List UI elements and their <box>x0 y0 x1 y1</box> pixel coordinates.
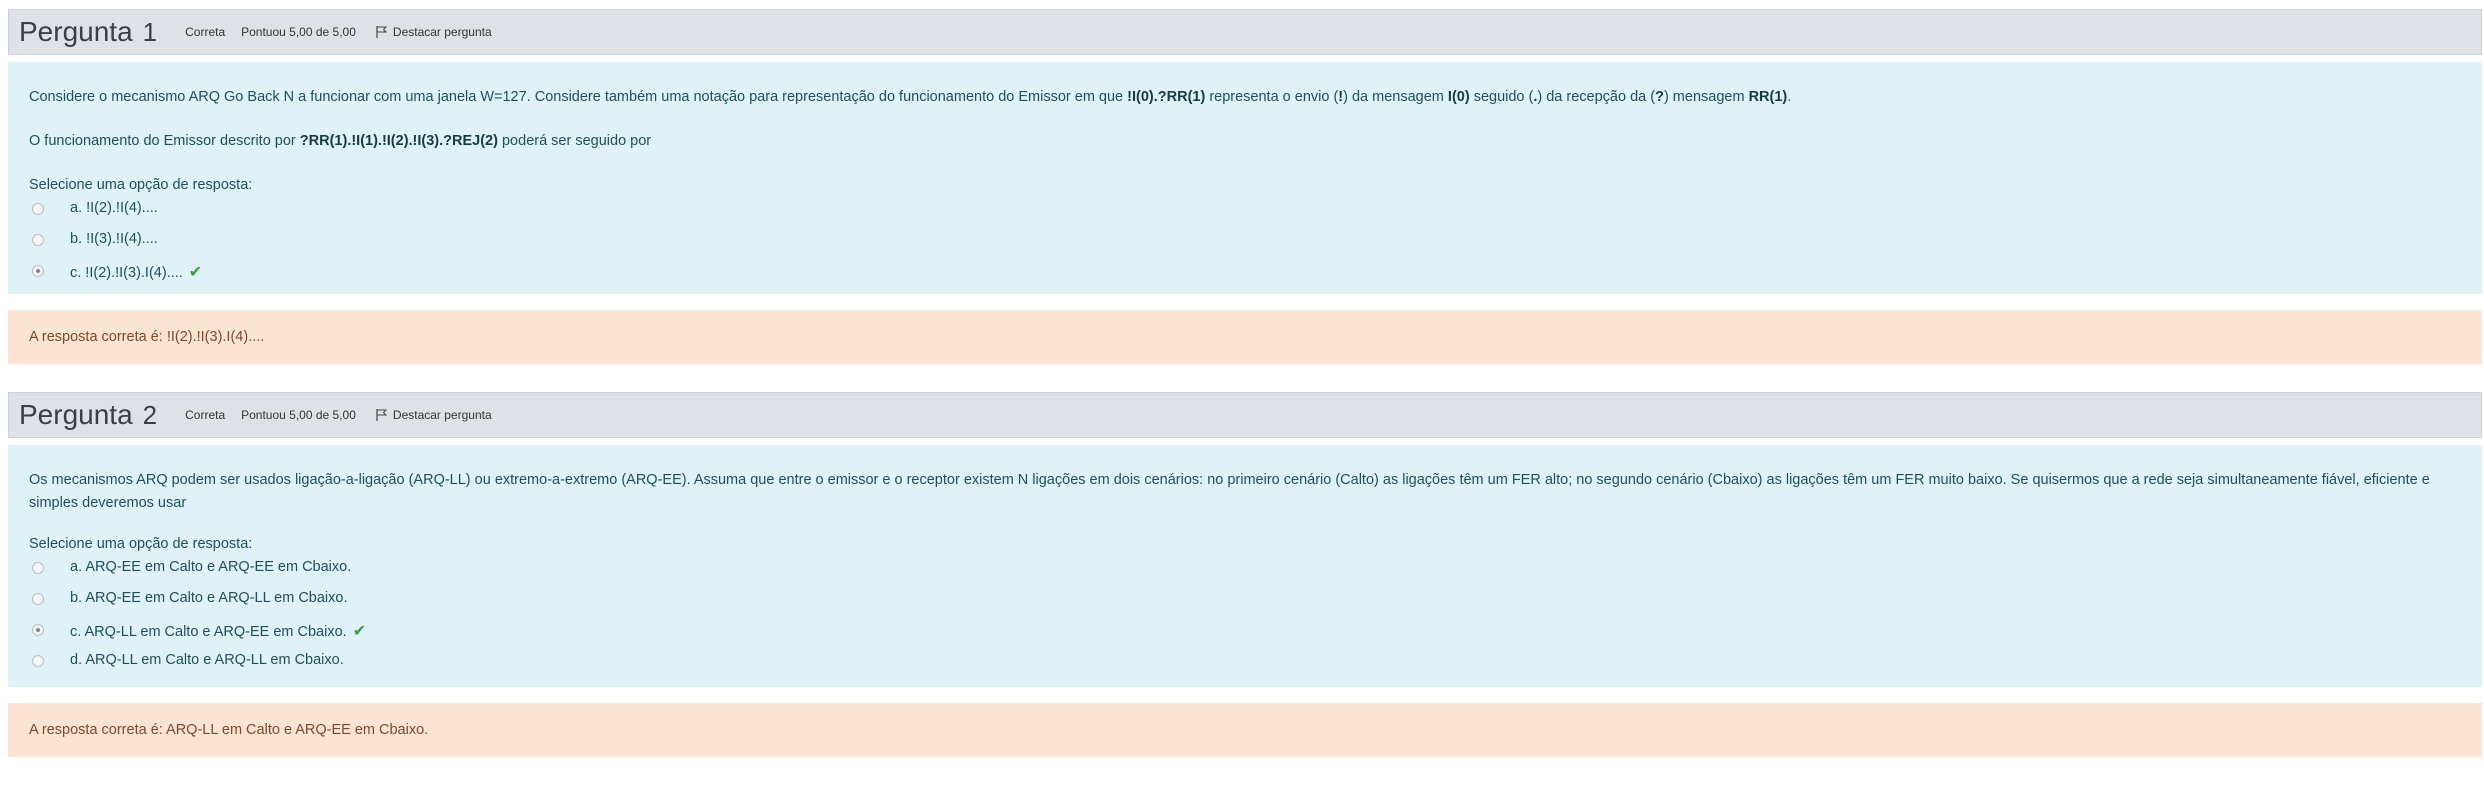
question-text-part: ) da mensagem <box>1343 89 1448 105</box>
question-number: 1 <box>142 17 158 47</box>
option-label-wrap: c. !I(2).!I(3).I(4).... ✔ <box>70 262 202 282</box>
correct-answer-text: A resposta correta é: ARQ-LL em Calto e … <box>29 722 429 738</box>
flag-icon <box>376 26 387 38</box>
question-text-part: O funcionamento do Emissor descrito por <box>29 133 300 149</box>
option-a[interactable]: a. !I(2).!I(4).... <box>29 196 2461 227</box>
question-text: Considere o mecanismo ARQ Go Back N a fu… <box>29 86 2461 108</box>
question-number: 2 <box>142 400 158 430</box>
feedback-box: A resposta correta é: !I(2).!I(3).I(4)..… <box>8 310 2482 364</box>
option-label: b. !I(3).!I(4).... <box>70 231 158 247</box>
option-label: c. !I(2).!I(3).I(4).... <box>70 265 183 281</box>
correct-answer-text: A resposta correta é: !I(2).!I(3).I(4)..… <box>29 329 265 345</box>
question-content: Considere o mecanismo ARQ Go Back N a fu… <box>8 62 2482 294</box>
score-text: Pontuou 5,00 de 5,00 <box>241 408 356 422</box>
option-a[interactable]: a. ARQ-EE em Calto e ARQ-EE em Cbaixo. <box>29 555 2461 586</box>
question-content: Os mecanismos ARQ podem ser usados ligaç… <box>8 445 2482 687</box>
question-text-2: O funcionamento do Emissor descrito por … <box>29 130 2461 152</box>
question-text-part: ) da recepção da ( <box>1537 89 1656 105</box>
question-text-part: poderá ser seguido por <box>497 133 652 149</box>
option-label-wrap: c. ARQ-LL em Calto e ARQ-EE em Cbaixo. ✔ <box>70 621 366 641</box>
question-header: Pergunta 2 Correta Pontuou 5,00 de 5,00 … <box>8 392 2482 438</box>
question-text-part: . <box>1787 89 1792 105</box>
option-c[interactable]: c. !I(2).!I(3).I(4).... ✔ <box>29 258 2461 289</box>
options-list: a. ARQ-EE em Calto e ARQ-EE em Cbaixo. b… <box>29 555 2461 679</box>
option-d[interactable]: d. ARQ-LL em Calto e ARQ-LL em Cbaixo. <box>29 648 2461 679</box>
flag-question-link[interactable]: Destacar pergunta <box>376 25 492 39</box>
question-text-part: ) mensagem <box>1663 89 1749 105</box>
question-text-part: representa o envio ( <box>1205 89 1339 105</box>
question-title-word: Pergunta <box>19 399 133 430</box>
option-label: a. ARQ-EE em Calto e ARQ-EE em Cbaixo. <box>70 559 352 575</box>
radio-option-b[interactable] <box>32 234 44 246</box>
question-text-bold: ?RR(1).!I(1).!I(2).!I(3).?REJ(2) <box>299 133 498 149</box>
flag-icon <box>376 409 387 421</box>
question-text-part: seguido ( <box>1469 89 1534 105</box>
check-icon: ✔ <box>352 623 367 640</box>
status-text: Correta <box>185 408 226 422</box>
flag-question-label: Destacar pergunta <box>392 408 492 422</box>
radio-option-d[interactable] <box>32 655 44 667</box>
options-list: a. !I(2).!I(4).... b. !I(3).!I(4).... c.… <box>29 196 2461 289</box>
question-header: Pergunta 1 Correta Pontuou 5,00 de 5,00 … <box>8 9 2482 55</box>
radio-option-a[interactable] <box>32 562 44 574</box>
flag-question-link[interactable]: Destacar pergunta <box>376 408 492 422</box>
answer-prompt: Selecione uma opção de resposta: <box>29 177 253 193</box>
question-text-bold: ? <box>1655 89 1664 105</box>
flag-question-label: Destacar pergunta <box>392 25 492 39</box>
feedback-box: A resposta correta é: ARQ-LL em Calto e … <box>8 703 2482 757</box>
question-title: Pergunta 1 <box>19 16 157 48</box>
question-text-part: Considere o mecanismo ARQ Go Back N a fu… <box>29 89 1128 105</box>
status-text: Correta <box>185 25 226 39</box>
question-text: Os mecanismos ARQ podem ser usados ligaç… <box>29 472 2430 511</box>
radio-option-c[interactable] <box>32 265 44 277</box>
check-icon: ✔ <box>188 264 203 281</box>
option-b[interactable]: b. ARQ-EE em Calto e ARQ-LL em Cbaixo. <box>29 586 2461 617</box>
option-b[interactable]: b. !I(3).!I(4).... <box>29 227 2461 258</box>
score-text: Pontuou 5,00 de 5,00 <box>241 25 356 39</box>
question-title-word: Pergunta <box>19 16 133 47</box>
option-label: a. !I(2).!I(4).... <box>70 200 158 216</box>
option-label: b. ARQ-EE em Calto e ARQ-LL em Cbaixo. <box>70 590 348 606</box>
radio-option-b[interactable] <box>32 593 44 605</box>
radio-option-a[interactable] <box>32 203 44 215</box>
option-label: c. ARQ-LL em Calto e ARQ-EE em Cbaixo. <box>70 624 347 640</box>
question-text-bold: I(0) <box>1447 89 1470 105</box>
question-text-bold: !I(0).?RR(1) <box>1127 89 1206 105</box>
radio-option-c[interactable] <box>32 624 44 636</box>
option-label: d. ARQ-LL em Calto e ARQ-LL em Cbaixo. <box>70 652 344 668</box>
answer-prompt: Selecione uma opção de resposta: <box>29 536 253 552</box>
question-text-bold: RR(1) <box>1748 89 1788 105</box>
option-c[interactable]: c. ARQ-LL em Calto e ARQ-EE em Cbaixo. ✔ <box>29 617 2461 648</box>
question-title: Pergunta 2 <box>19 399 157 431</box>
